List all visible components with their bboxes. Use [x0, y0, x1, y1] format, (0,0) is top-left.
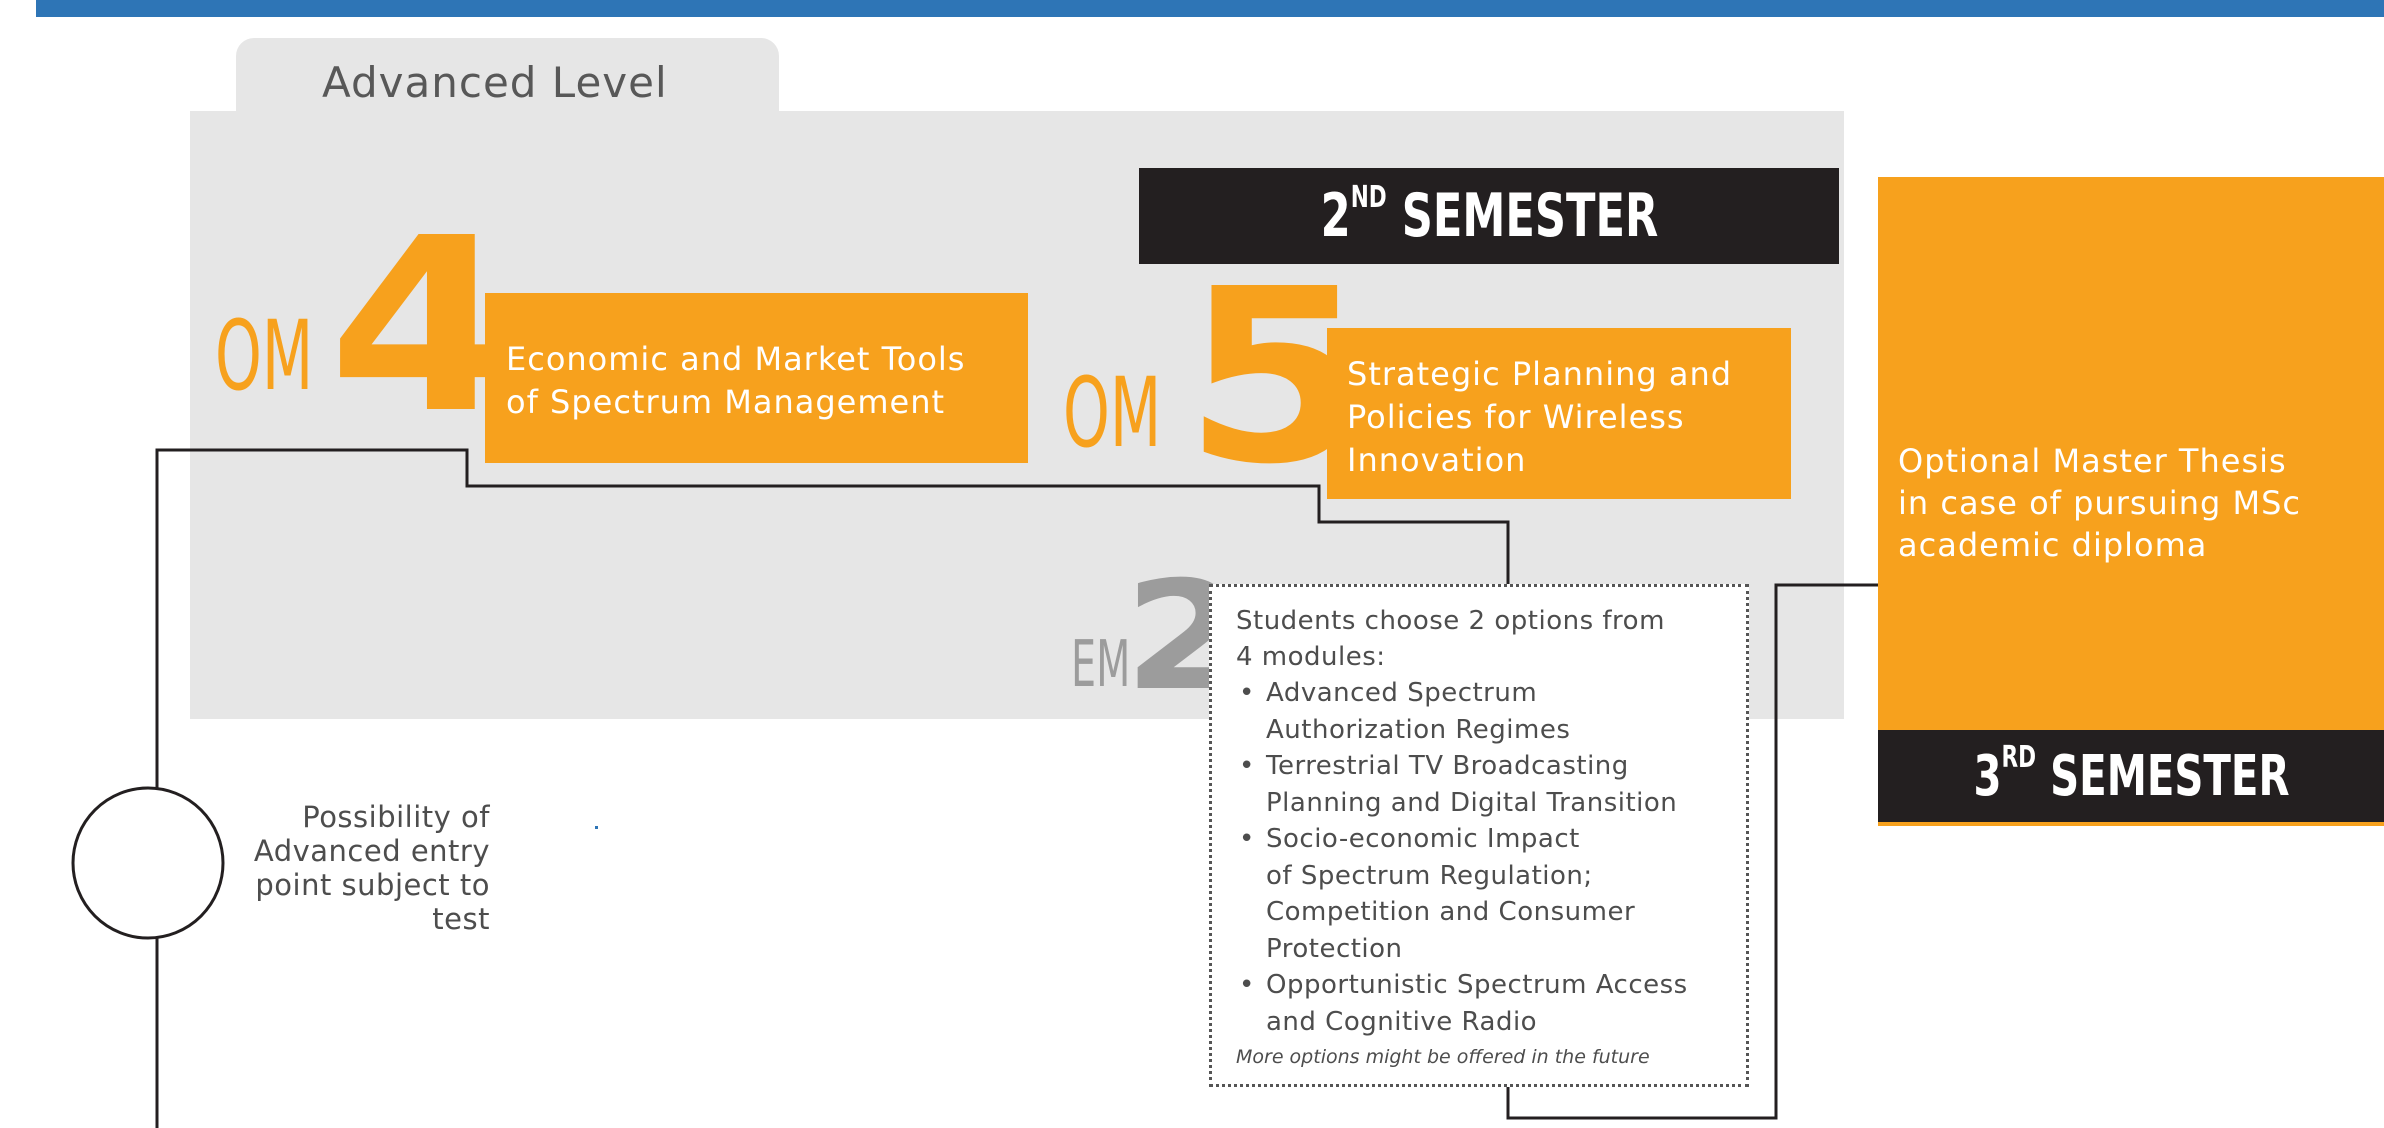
semester-suffix: RD: [2001, 739, 2036, 775]
elective-note: More options might be offered in the fut…: [1236, 1046, 1650, 1068]
elective-options-box: Students choose 2 options from 4 modules…: [1209, 584, 1749, 1087]
second-semester-label: 2ND SEMESTER: [1320, 180, 1658, 251]
elective-option: • Terrestrial TV Broadcasting Planning and…: [1236, 748, 1746, 821]
elective-intro-line: 4 modules:: [1236, 642, 1386, 672]
thesis-line: academic diploma: [1898, 526, 2208, 564]
om5-title-line: Innovation: [1347, 441, 1527, 479]
om5-module-box: Strategic Planning and Policies for Wire…: [1327, 328, 1791, 499]
bullet: •: [1239, 970, 1255, 1000]
semester-word: SEMESTER: [2049, 743, 2290, 809]
thesis-line: in case of pursuing MSc: [1898, 484, 2301, 522]
bullet: •: [1239, 824, 1255, 854]
om5-title-line: Policies for Wireless: [1347, 398, 1685, 436]
semester-suffix: ND: [1350, 180, 1387, 215]
elective-option: • Opportunistic Spectrum Access and Cognit…: [1236, 967, 1746, 1040]
entry-point-line: point subject to: [255, 868, 490, 902]
om5-prefix: OM: [1063, 357, 1162, 469]
third-semester-bar: 3RD SEMESTER: [1878, 730, 2384, 822]
elective-option: • Advanced Spectrum Authorization Regimes: [1236, 675, 1746, 748]
em2-prefix: EM: [1071, 628, 1131, 702]
om4-module-box: Economic and Market Tools of Spectrum Ma…: [485, 293, 1028, 463]
elective-intro-line: Students choose 2 options from: [1236, 606, 1665, 636]
entry-point-line: test: [432, 902, 490, 936]
bullet: •: [1239, 678, 1255, 708]
om4-title-line: of Spectrum Management: [506, 383, 946, 421]
semester-number: 3: [1972, 743, 2002, 809]
elective-options-list: • Advanced Spectrum Authorization Regimes …: [1236, 675, 1746, 1040]
om4-title-line: Economic and Market Tools: [506, 340, 966, 378]
third-semester-label: 3RD SEMESTER: [1972, 740, 2290, 809]
entry-point-line: Possibility of: [302, 800, 490, 834]
elective-intro: Students choose 2 options from 4 modules…: [1236, 603, 1746, 675]
elective-option: • Socio-economic Impact of Spectrum Regula…: [1236, 821, 1746, 967]
third-semester-underline: [1878, 822, 2384, 826]
semester-word: SEMESTER: [1401, 181, 1658, 251]
entry-point-line: Advanced entry: [253, 834, 490, 868]
om4-prefix: OM: [215, 300, 314, 412]
entry-point-text: Possibility of Advanced entry point subj…: [200, 800, 490, 936]
bullet: •: [1239, 751, 1255, 781]
stray-dot: [595, 826, 598, 829]
thesis-line: Optional Master Thesis: [1898, 442, 2287, 480]
om5-title-line: Strategic Planning and: [1347, 355, 1733, 393]
thesis-text: Optional Master Thesis in case of pursui…: [1898, 440, 2368, 566]
